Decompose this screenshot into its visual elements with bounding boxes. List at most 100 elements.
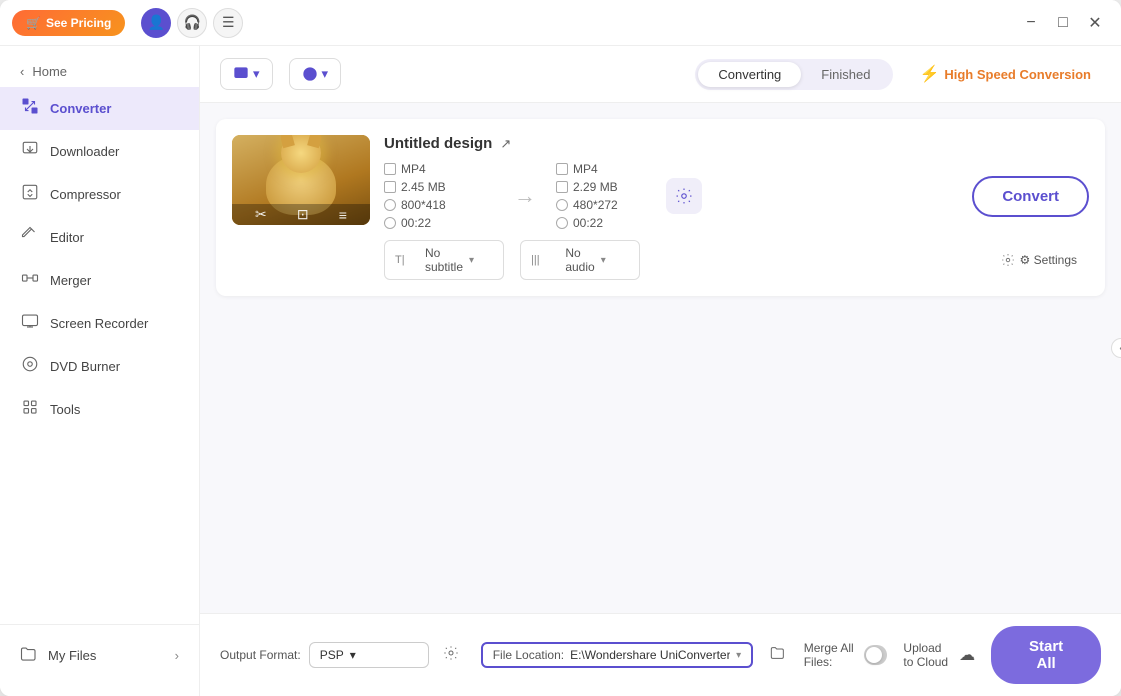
dest-resolution-icon: [556, 199, 568, 211]
headset-icon: 🎧: [184, 14, 201, 31]
dest-format-block: MP4 2.29 MB 480*272: [556, 162, 666, 230]
window-controls: − □ ✕: [1017, 9, 1109, 37]
folder-icon: [384, 181, 396, 193]
downloader-label: Downloader: [50, 144, 119, 159]
add-conversion-dropdown-icon: ▾: [322, 66, 329, 82]
upload-cloud-label: Upload to Cloud: [903, 641, 953, 669]
merge-all-label: Merge All Files:: [804, 641, 857, 669]
add-file-button[interactable]: ▾: [220, 58, 273, 90]
high-speed-label: High Speed Conversion: [944, 67, 1091, 82]
downloader-icon: [20, 140, 40, 163]
app-window: 🛒 See Pricing 👤 🎧 ☰ − □ ✕: [0, 0, 1121, 696]
dest-duration-value: 00:22: [573, 216, 603, 230]
maximize-button[interactable]: □: [1049, 9, 1077, 37]
merge-toggle[interactable]: [864, 645, 887, 665]
output-format-group: Output Format: PSP ▾: [220, 641, 465, 669]
format-settings-button[interactable]: [437, 641, 465, 669]
high-speed-button[interactable]: ⚡ High Speed Conversion: [909, 59, 1101, 89]
dest-resolution-value: 480*272: [573, 198, 618, 212]
audio-dropdown-arrow: ▾: [601, 255, 629, 266]
subtitle-icon: T|: [395, 254, 419, 266]
sidebar-item-screen-recorder[interactable]: Screen Recorder: [0, 302, 199, 345]
sidebar: ‹ Home Converter Downloader Compress: [0, 46, 200, 696]
browse-folder-button[interactable]: [769, 641, 788, 669]
bottom-bar: Output Format: PSP ▾ File Location: ▾: [200, 613, 1121, 696]
dest-size-value: 2.29 MB: [573, 180, 618, 194]
close-button[interactable]: ✕: [1081, 9, 1109, 37]
content-area: ▾ ▾ Converting Finished ⚡ High Speed Con…: [200, 46, 1121, 696]
user-account-button[interactable]: 👤: [141, 8, 171, 38]
headset-button[interactable]: 🎧: [177, 8, 207, 38]
dest-resolution-item: 480*272: [556, 198, 666, 212]
settings-button[interactable]: ⚙ Settings: [989, 248, 1089, 272]
upload-cloud-group[interactable]: Upload to Cloud ☁: [903, 641, 975, 669]
file-icon: [384, 163, 396, 175]
cut-tool-icon[interactable]: ✂: [255, 206, 267, 223]
menu-icon: ☰: [222, 14, 235, 31]
dvd-burner-label: DVD Burner: [50, 359, 120, 374]
convert-button[interactable]: Convert: [972, 176, 1089, 217]
dest-folder-icon: [556, 181, 568, 193]
audio-icon: |||: [531, 254, 559, 266]
merger-icon: [20, 269, 40, 292]
output-format-value: PSP: [320, 648, 344, 662]
editor-icon: [20, 226, 40, 249]
settings-label: ⚙ Settings: [1020, 253, 1077, 267]
start-all-button[interactable]: Start All: [991, 626, 1101, 684]
file-info: Untitled design ↗ MP4: [384, 135, 1089, 280]
see-pricing-label: See Pricing: [46, 16, 111, 30]
minimize-button[interactable]: −: [1017, 9, 1045, 37]
video-thumbnail: ✂ ⊡ ≡: [232, 135, 370, 225]
crop-tool-icon[interactable]: ⊡: [297, 206, 309, 223]
editor-label: Editor: [50, 230, 84, 245]
output-format-dropdown[interactable]: PSP ▾: [309, 642, 429, 668]
file-card: ✂ ⊡ ≡ Untitled design ↗: [216, 119, 1105, 296]
add-conversion-button[interactable]: ▾: [289, 58, 342, 90]
sidebar-item-editor[interactable]: Editor: [0, 216, 199, 259]
file-title-row: Untitled design ↗: [384, 135, 1089, 152]
sidebar-home[interactable]: ‹ Home: [0, 56, 199, 87]
title-bar: 🛒 See Pricing 👤 🎧 ☰ − □ ✕: [0, 0, 1121, 46]
audio-dropdown[interactable]: ||| No audio ▾: [520, 240, 640, 280]
source-duration-value: 00:22: [401, 216, 431, 230]
settings-gear-button[interactable]: [666, 178, 702, 214]
sidebar-my-files[interactable]: My Files ›: [0, 635, 199, 676]
title-bar-icons: 👤 🎧 ☰: [141, 8, 243, 38]
merge-group: Merge All Files:: [804, 641, 888, 669]
sidebar-item-downloader[interactable]: Downloader: [0, 130, 199, 173]
sidebar-item-tools[interactable]: Tools: [0, 388, 199, 431]
compressor-icon: [20, 183, 40, 206]
arrow-right-icon: →: [514, 183, 536, 209]
sidebar-item-dvd-burner[interactable]: DVD Burner: [0, 345, 199, 388]
external-link-icon[interactable]: ↗: [500, 136, 511, 152]
dest-size-item: 2.29 MB: [556, 180, 666, 194]
file-location-input[interactable]: [570, 648, 730, 662]
converter-label: Converter: [50, 101, 111, 116]
chevron-left-icon: ‹: [20, 64, 24, 79]
sidebar-item-merger[interactable]: Merger: [0, 259, 199, 302]
sidebar-item-compressor[interactable]: Compressor: [0, 173, 199, 216]
toggle-knob: [866, 647, 882, 663]
source-format-block: MP4 2.45 MB 800*418: [384, 162, 494, 230]
tab-finished[interactable]: Finished: [801, 62, 890, 87]
source-duration-item: 00:22: [384, 216, 494, 230]
user-icon: 👤: [148, 14, 165, 31]
lightning-icon: ⚡: [919, 64, 939, 84]
subtitle-dropdown[interactable]: T| No subtitle ▾: [384, 240, 504, 280]
subtitle-label: No subtitle: [425, 246, 463, 274]
file-title-text: Untitled design: [384, 135, 492, 152]
source-size-value: 2.45 MB: [401, 180, 446, 194]
toolbar: ▾ ▾ Converting Finished ⚡ High Speed Con…: [200, 46, 1121, 103]
source-resolution-item: 800*418: [384, 198, 494, 212]
see-pricing-button[interactable]: 🛒 See Pricing: [12, 10, 125, 36]
dest-duration-item: 00:22: [556, 216, 666, 230]
menu-button[interactable]: ☰: [213, 8, 243, 38]
more-tools-icon[interactable]: ≡: [339, 207, 347, 223]
tab-converting[interactable]: Converting: [698, 62, 801, 87]
my-files-icon: [20, 645, 38, 666]
sidebar-bottom: My Files ›: [0, 624, 199, 686]
dest-format-item: MP4: [556, 162, 666, 176]
sidebar-item-converter[interactable]: Converter: [0, 87, 199, 130]
output-format-label: Output Format:: [220, 648, 301, 662]
format-row: MP4 2.45 MB 800*418: [384, 162, 1089, 230]
